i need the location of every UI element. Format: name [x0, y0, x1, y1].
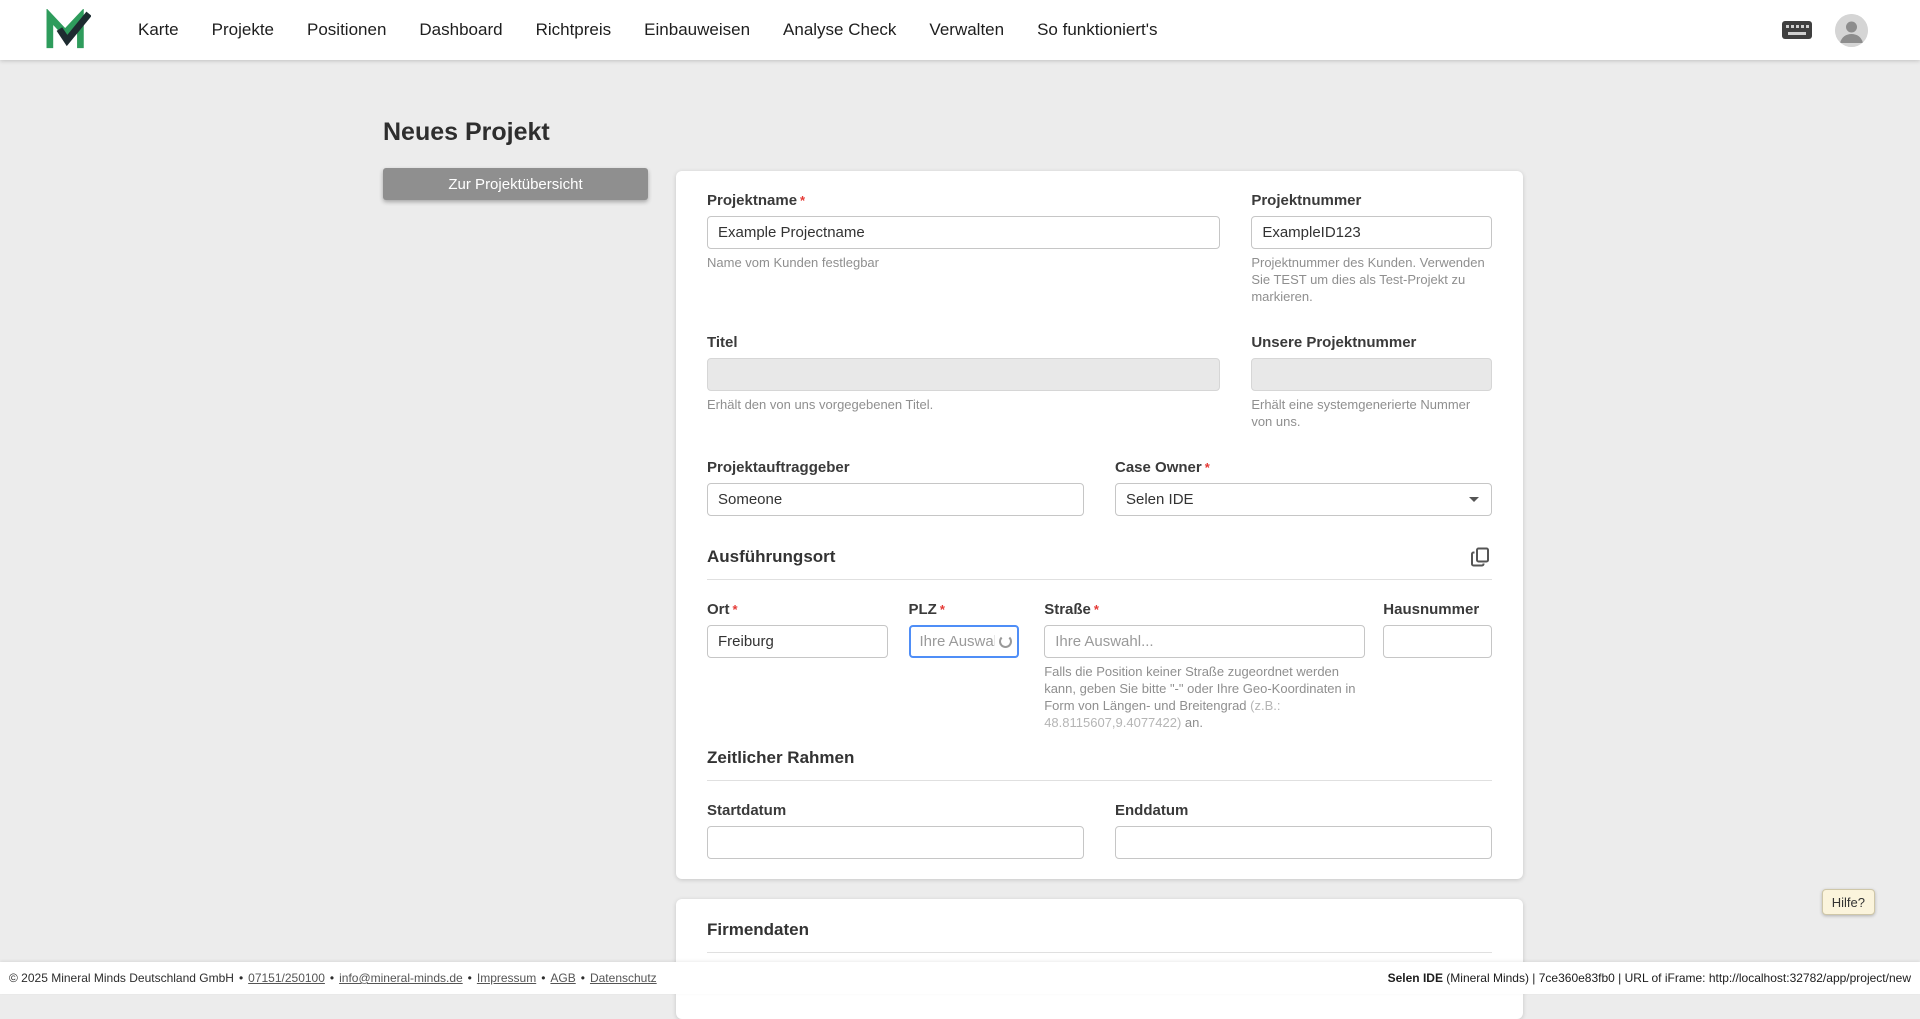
strasse-label: Straße * [1044, 600, 1365, 619]
footer-session-details: (Mineral Minds) | 7ce360e83fb0 | URL of … [1442, 971, 1911, 985]
projektauftraggeber-input[interactable] [707, 483, 1084, 516]
row-titel-unsere-projektnummer: Titel Erhält den von uns vorgegebenen Ti… [707, 333, 1492, 430]
enddatum-label: Enddatum [1115, 802, 1189, 819]
footer-session-info: Selen IDE (Mineral Minds) | 7ce360e83fb0… [1388, 971, 1911, 985]
footer-link-agb[interactable]: AGB [550, 971, 575, 985]
strasse-help-main: Falls die Position keiner Straße zugeord… [1044, 664, 1356, 713]
nav-item-dashboard[interactable]: Dashboard [419, 20, 502, 40]
titel-input-disabled [707, 358, 1221, 391]
projektnummer-input[interactable] [1251, 216, 1492, 249]
projektname-help: Name vom Kunden festlegbar [707, 255, 879, 270]
required-asterisk: * [1093, 602, 1099, 617]
section-firmendaten-header: Firmendaten [707, 919, 1492, 953]
section-firmendaten-title: Firmendaten [707, 920, 810, 939]
footer-separator: • [238, 971, 244, 985]
project-form-card: Projektname* Name vom Kunden festlegbar … [676, 171, 1523, 879]
back-to-projects-button[interactable]: Zur Projektübersicht [383, 168, 648, 200]
nav-item-projekte[interactable]: Projekte [212, 20, 274, 40]
nav-item-verwalten[interactable]: Verwalten [929, 20, 1004, 40]
footer-user-name: Selen IDE [1387, 971, 1443, 985]
projektnummer-help: Projektnummer des Kunden. Verwenden Sie … [1251, 255, 1485, 304]
top-navbar: Karte Projekte Positionen Dashboard Rich… [0, 0, 1920, 60]
strasse-help-suffix: an. [1181, 715, 1203, 730]
section-ausfuehrungsort-header: Ausführungsort [707, 546, 1492, 580]
nav-item-so-funktionierts[interactable]: So funktioniert's [1037, 20, 1157, 40]
startdatum-label: Startdatum [707, 802, 787, 819]
footer-link-impressum[interactable]: Impressum [477, 971, 536, 985]
chevron-down-icon [1469, 497, 1479, 502]
case-owner-label: Case Owner * [1115, 458, 1492, 477]
hausnummer-label: Hausnummer [1383, 601, 1480, 618]
footer: © 2025 Mineral Minds Deutschland GmbH • … [0, 962, 1920, 994]
projektnummer-label: Projektnummer [1251, 192, 1362, 209]
unsere-projektnummer-input-disabled [1251, 358, 1492, 391]
case-owner-select[interactable]: Selen IDE [1115, 483, 1492, 516]
nav-item-analyse-check[interactable]: Analyse Check [783, 20, 896, 40]
ort-input[interactable] [707, 625, 888, 658]
required-asterisk: * [1204, 460, 1210, 475]
footer-copyright: © 2025 Mineral Minds Deutschland GmbH [9, 971, 234, 985]
footer-separator: • [329, 971, 335, 985]
footer-link-phone[interactable]: 07151/250100 [248, 971, 325, 985]
topbar-actions [1781, 13, 1868, 47]
footer-link-datenschutz[interactable]: Datenschutz [590, 971, 657, 985]
required-asterisk: * [732, 602, 738, 617]
footer-separator: • [541, 971, 546, 985]
required-asterisk: * [800, 193, 806, 208]
section-zeitlicher-rahmen-title: Zeitlicher Rahmen [707, 748, 855, 767]
titel-help: Erhält den von uns vorgegebenen Titel. [707, 397, 934, 412]
nav-item-positionen[interactable]: Positionen [307, 20, 386, 40]
titel-label: Titel [707, 334, 738, 351]
section-ausfuehrungsort-title: Ausführungsort [707, 547, 836, 566]
main-nav: Karte Projekte Positionen Dashboard Rich… [138, 20, 1158, 40]
footer-left: © 2025 Mineral Minds Deutschland GmbH • … [9, 971, 657, 985]
person-icon [1835, 13, 1868, 47]
page-title: Neues Projekt [383, 118, 550, 146]
strasse-label-text: Straße [1044, 601, 1091, 618]
app-root: Karte Projekte Positionen Dashboard Rich… [0, 0, 1920, 1019]
unsere-projektnummer-label: Unsere Projektnummer [1251, 334, 1417, 351]
case-owner-label-text: Case Owner [1115, 459, 1202, 476]
row-projektname-projektnummer: Projektname* Name vom Kunden festlegbar … [707, 191, 1492, 305]
row-auftraggeber-caseowner: Projektauftraggeber Case Owner* Selen ID… [707, 458, 1492, 516]
copy-icon[interactable] [1470, 546, 1492, 568]
footer-link-email[interactable]: info@mineral-minds.de [339, 971, 463, 985]
section-zeitlicher-rahmen-header: Zeitlicher Rahmen [707, 747, 1492, 781]
required-asterisk: * [939, 602, 945, 617]
projektauftraggeber-label: Projektauftraggeber [707, 459, 850, 476]
unsere-projektnummer-help: Erhält eine systemgenerierte Nummer von … [1251, 397, 1471, 429]
plz-label-text: PLZ [908, 601, 937, 618]
ort-label: Ort * [707, 600, 888, 619]
keyboard-icon[interactable] [1781, 19, 1813, 41]
strasse-input[interactable] [1044, 625, 1366, 658]
help-button[interactable]: Hilfe? [1821, 889, 1875, 915]
mineral-minds-logo-icon[interactable] [45, 9, 91, 51]
firmendaten-card: Firmendaten [676, 899, 1523, 1019]
plz-label: PLZ * [909, 600, 1020, 619]
ort-label-text: Ort [707, 601, 730, 618]
footer-separator: • [580, 971, 585, 985]
strasse-help: Falls die Position keiner Straße zugeord… [1044, 663, 1365, 731]
projektname-label-text: Projektname [707, 192, 798, 209]
user-avatar[interactable] [1835, 13, 1868, 47]
row-ort-plz-strasse-hausnummer: Ort* PLZ* Straße* [707, 600, 1492, 731]
startdatum-input[interactable] [707, 826, 1084, 859]
nav-item-einbauweisen[interactable]: Einbauweisen [644, 20, 750, 40]
footer-separator: • [467, 971, 472, 985]
row-startdatum-enddatum: Startdatum Enddatum [707, 801, 1492, 859]
form-cards-column: Projektname* Name vom Kunden festlegbar … [676, 171, 1523, 1019]
case-owner-selected-value: Selen IDE [1126, 491, 1194, 508]
hausnummer-input[interactable] [1383, 625, 1492, 658]
nav-item-richtpreis[interactable]: Richtpreis [536, 20, 612, 40]
projektname-input[interactable] [707, 216, 1221, 249]
nav-item-karte[interactable]: Karte [138, 20, 179, 40]
enddatum-input[interactable] [1115, 826, 1492, 859]
projektname-label: Projektname * [707, 191, 1220, 210]
